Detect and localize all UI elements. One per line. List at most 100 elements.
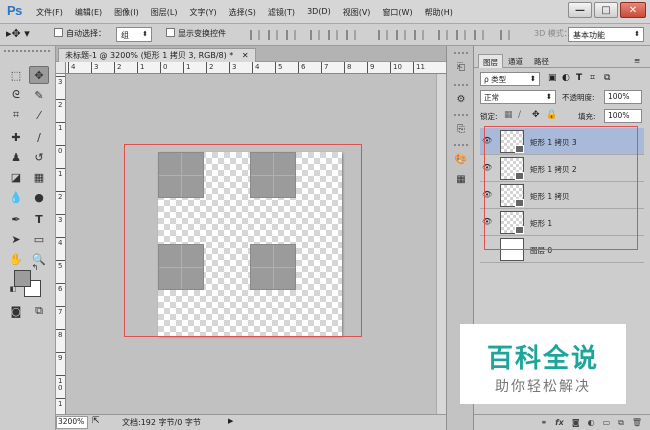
export-icon[interactable]: ⇱: [92, 416, 100, 426]
layer-row[interactable]: 图层 0: [480, 236, 644, 263]
menu-view[interactable]: 视图(V): [343, 7, 371, 18]
layer-name[interactable]: 矩形 1 拷贝: [530, 191, 570, 202]
auto-select-option[interactable]: 自动选择：: [54, 28, 106, 39]
distribute-bottom-icon[interactable]: [414, 30, 424, 40]
panel-grip[interactable]: [4, 50, 50, 58]
show-transform-option[interactable]: 显示变换控件: [166, 28, 226, 39]
clone-stamp-tool-icon[interactable]: ♟: [6, 148, 26, 166]
panel-grip[interactable]: [454, 114, 468, 117]
layer-name[interactable]: 图层 0: [530, 245, 552, 256]
workspace-dropdown[interactable]: 基本功能 ⬍: [568, 27, 644, 42]
swatches-icon[interactable]: 🎨: [454, 152, 468, 166]
lasso-tool-icon[interactable]: ᘓ: [6, 86, 26, 104]
minimize-button[interactable]: —: [568, 2, 592, 18]
document-canvas[interactable]: [158, 152, 342, 336]
properties-icon[interactable]: ⚙: [454, 92, 468, 106]
distribute-hcenter-icon[interactable]: [456, 30, 466, 40]
fill-field[interactable]: 100%: [604, 109, 642, 123]
layer-name[interactable]: 矩形 1 拷贝 2: [530, 164, 577, 175]
ruler-origin[interactable]: [56, 62, 66, 74]
visibility-eye-icon[interactable]: 👁: [482, 136, 492, 145]
rectangle-shape[interactable]: [250, 244, 296, 290]
menu-select[interactable]: 选择(S): [229, 7, 256, 18]
close-button[interactable]: ✕: [620, 2, 646, 18]
tab-paths[interactable]: 路径: [530, 54, 553, 68]
menu-image[interactable]: 图像(I): [114, 7, 139, 18]
pen-tool-icon[interactable]: ✒: [6, 210, 26, 228]
character-icon[interactable]: ⎘: [454, 122, 468, 136]
distribute-vcenter-icon[interactable]: [396, 30, 406, 40]
layer-name[interactable]: 矩形 1: [530, 218, 552, 229]
panel-grip[interactable]: [454, 52, 468, 55]
zoom-field[interactable]: 3200%: [56, 416, 88, 429]
lock-position-icon[interactable]: ✥: [532, 110, 540, 120]
layer-thumbnail[interactable]: [500, 130, 524, 153]
align-left-icon[interactable]: [310, 30, 320, 40]
gradient-tool-icon[interactable]: ▦: [29, 168, 49, 186]
quick-mask-icon[interactable]: ◙: [6, 302, 26, 320]
panel-menu-icon[interactable]: ≡: [630, 54, 644, 68]
group-icon[interactable]: ▭: [603, 418, 611, 427]
menu-help[interactable]: 帮助(H): [425, 7, 453, 18]
panel-grip[interactable]: [454, 144, 468, 147]
blur-tool-icon[interactable]: 💧: [6, 188, 26, 206]
filter-smart-icon[interactable]: ⧉: [604, 73, 610, 83]
align-top-icon[interactable]: [250, 30, 260, 40]
rectangle-shape[interactable]: [158, 244, 204, 290]
blend-mode-dropdown[interactable]: 正常 ⬍: [480, 90, 556, 104]
dodge-tool-icon[interactable]: ●: [29, 188, 49, 206]
lock-pixels-icon[interactable]: ∕: [518, 110, 521, 120]
panel-grip[interactable]: [454, 84, 468, 87]
rectangle-tool-icon[interactable]: ▭: [29, 230, 49, 248]
grid-icon[interactable]: ▦: [454, 172, 468, 186]
link-icon[interactable]: ⚭: [540, 418, 547, 427]
adjustment-icon[interactable]: ◐: [588, 418, 595, 427]
new-layer-icon[interactable]: ⧉: [618, 418, 624, 427]
menu-type[interactable]: 文字(Y): [189, 7, 216, 18]
healing-brush-tool-icon[interactable]: ✚: [6, 128, 26, 146]
visibility-eye-icon[interactable]: 👁: [482, 190, 492, 199]
align-vcenter-icon[interactable]: [268, 30, 278, 40]
horizontal-ruler[interactable]: 4 3 2 1 0 1 2 3 4 5 6 7 8 9 10 11: [66, 62, 446, 74]
move-tool-icon[interactable]: ✥: [29, 66, 49, 84]
hand-tool-icon[interactable]: ✋: [6, 250, 26, 268]
canvas-area[interactable]: [66, 74, 446, 414]
layer-row[interactable]: 👁 矩形 1 拷贝: [480, 182, 644, 209]
layer-filter-dropdown[interactable]: ρ 类型 ⬍: [480, 72, 540, 86]
swap-colors-icon[interactable]: ↰: [30, 262, 40, 272]
quick-select-tool-icon[interactable]: ✎: [29, 86, 49, 104]
filter-type-icon[interactable]: T: [576, 73, 582, 83]
layer-row[interactable]: 👁 矩形 1 拷贝 2: [480, 155, 644, 182]
status-menu-arrow-icon[interactable]: ▶: [228, 417, 233, 425]
vertical-scrollbar[interactable]: [436, 74, 446, 414]
visibility-eye-icon[interactable]: 👁: [482, 217, 492, 226]
show-transform-checkbox[interactable]: [166, 28, 175, 37]
path-select-tool-icon[interactable]: ➤: [6, 230, 26, 248]
brush-tool-icon[interactable]: ∕: [29, 128, 49, 146]
eyedropper-tool-icon[interactable]: ⁄: [29, 106, 49, 124]
align-bottom-icon[interactable]: [286, 30, 296, 40]
visibility-eye-icon[interactable]: 👁: [482, 163, 492, 172]
align-right-icon[interactable]: [346, 30, 356, 40]
document-tab[interactable]: 未标题-1 @ 3200% (矩形 1 拷贝 3, RGB/8) * ✕: [58, 48, 256, 62]
auto-align-icon[interactable]: [500, 30, 510, 40]
menu-filter[interactable]: 滤镜(T): [268, 7, 295, 18]
tab-layers[interactable]: 图层: [478, 54, 503, 68]
auto-select-checkbox[interactable]: [54, 28, 63, 37]
rectangle-shape[interactable]: [250, 152, 296, 198]
layer-thumbnail[interactable]: [500, 157, 524, 180]
layer-thumbnail[interactable]: [500, 184, 524, 207]
menu-layer[interactable]: 图层(L): [151, 7, 178, 18]
align-hcenter-icon[interactable]: [328, 30, 338, 40]
marquee-tool-icon[interactable]: ⬚: [6, 66, 26, 84]
fx-icon[interactable]: fx: [555, 418, 564, 427]
type-tool-icon[interactable]: T: [29, 210, 49, 228]
layer-name[interactable]: 矩形 1 拷贝 3: [530, 137, 577, 148]
history-brush-tool-icon[interactable]: ↺: [29, 148, 49, 166]
lock-transparent-icon[interactable]: ▦: [504, 110, 513, 120]
filter-pixel-icon[interactable]: ▣: [548, 73, 557, 83]
history-icon[interactable]: ⎗: [454, 60, 468, 74]
screen-mode-icon[interactable]: ⧉: [29, 302, 49, 320]
trash-icon[interactable]: 🗑: [632, 418, 642, 427]
mask-icon[interactable]: ◙: [572, 418, 580, 427]
